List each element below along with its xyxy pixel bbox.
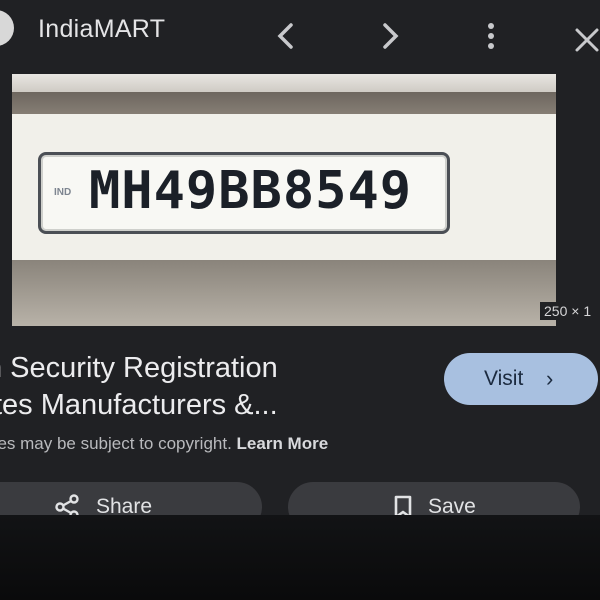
site-name: IndiaMART xyxy=(38,15,166,43)
copyright-notice: ges may be subject to copyright. Learn M… xyxy=(0,434,328,454)
copyright-text: ges may be subject to copyright. xyxy=(0,434,232,453)
result-title-line1: h Security Registration xyxy=(0,352,278,384)
number-plate: IND MH49BB8549 xyxy=(38,152,450,234)
back-button[interactable] xyxy=(270,22,300,58)
visit-label: Visit xyxy=(484,367,524,390)
plate-country-code: IND xyxy=(54,187,72,198)
more-vert-icon xyxy=(488,23,494,49)
device-bezel xyxy=(0,515,600,600)
plate-number: MH49BB8549 xyxy=(89,161,413,221)
chevron-right-icon xyxy=(383,23,399,49)
learn-more-link[interactable]: Learn More xyxy=(237,434,329,453)
close-button[interactable] xyxy=(572,26,600,62)
visit-button[interactable]: Visit › xyxy=(444,353,598,405)
image-background-bottom xyxy=(12,260,556,326)
site-favicon xyxy=(0,10,14,46)
result-title-line2: tes Manufacturers &... xyxy=(0,389,278,421)
forward-button[interactable] xyxy=(376,22,406,58)
preview-image[interactable]: IND MH49BB8549 xyxy=(12,74,556,326)
chevron-left-icon xyxy=(277,23,293,49)
chevron-right-icon: › xyxy=(546,366,554,391)
close-icon xyxy=(575,28,599,52)
image-dimensions: 250 × 1 xyxy=(540,302,596,320)
image-viewer-panel: IndiaMART IND MH49BB8549 250 × 1 h Secur… xyxy=(0,0,600,532)
image-background-top xyxy=(12,74,556,92)
more-options-button[interactable] xyxy=(476,22,506,58)
